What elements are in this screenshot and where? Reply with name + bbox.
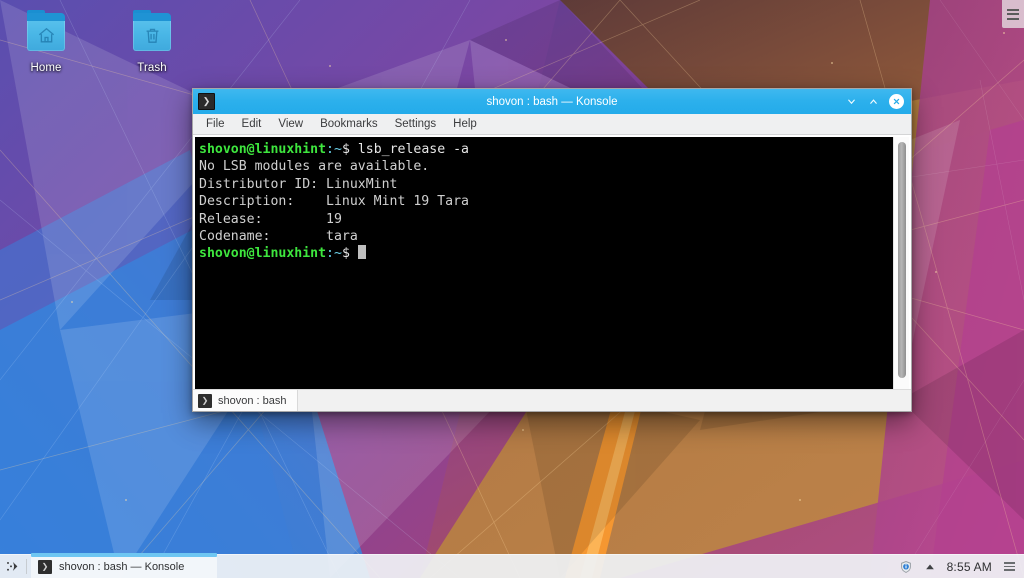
konsole-tab-label: shovon : bash bbox=[218, 394, 287, 407]
menu-item-settings[interactable]: Settings bbox=[387, 116, 445, 132]
menu-item-edit[interactable]: Edit bbox=[234, 116, 270, 132]
scrollbar-thumb[interactable] bbox=[897, 142, 906, 378]
menu-item-view[interactable]: View bbox=[270, 116, 311, 132]
konsole-tab[interactable]: ❯ shovon : bash bbox=[193, 390, 298, 411]
terminal-output-line: Release: 19 bbox=[199, 211, 342, 227]
menu-item-help[interactable]: Help bbox=[445, 116, 485, 132]
menu-item-file[interactable]: File bbox=[198, 116, 233, 132]
close-icon[interactable] bbox=[889, 94, 904, 109]
window-titlebar[interactable]: ❯ shovon : bash — Konsole bbox=[193, 89, 911, 114]
terminal-prompt-line: shovon@linuxhint:~$ bbox=[199, 245, 893, 262]
terminal-command-line: shovon@linuxhint:~$ lsb_release -a bbox=[199, 141, 893, 158]
prompt-user: shovon@linuxhint bbox=[199, 246, 327, 262]
terminal-cursor bbox=[357, 245, 366, 260]
terminal-command: lsb_release -a bbox=[357, 142, 469, 157]
desktop-icon-trash[interactable]: Trash bbox=[114, 6, 190, 76]
konsole-tab-bar: ❯ shovon : bash bbox=[193, 389, 911, 411]
tab-bar-filler bbox=[297, 390, 911, 411]
taskbar-clock[interactable]: 8:55 AM bbox=[947, 560, 992, 574]
menu-bar: File Edit View Bookmarks Settings Help bbox=[193, 114, 911, 135]
taskbar-separator bbox=[26, 559, 27, 574]
konsole-icon: ❯ bbox=[198, 93, 215, 110]
terminal-output[interactable]: shovon@linuxhint:~$ lsb_release -a No LS… bbox=[195, 137, 893, 389]
desktop-icon-home[interactable]: Home bbox=[8, 6, 84, 76]
taskbar-panel: ❯ shovon : bash — Konsole 8:55 AM bbox=[0, 552, 1024, 578]
terminal-area: shovon@linuxhint:~$ lsb_release -a No LS… bbox=[193, 135, 911, 389]
terminal-scrollbar[interactable] bbox=[893, 137, 909, 389]
window-title: shovon : bash — Konsole bbox=[486, 95, 618, 108]
maximize-icon[interactable] bbox=[867, 95, 880, 108]
terminal-output-line: Description: Linux Mint 19 Tara bbox=[199, 194, 469, 210]
menu-item-bookmarks[interactable]: Bookmarks bbox=[312, 116, 386, 132]
taskbar-task-label: shovon : bash — Konsole bbox=[59, 560, 185, 573]
prompt-symbol: $ bbox=[341, 246, 358, 262]
desktop-icon-label: Trash bbox=[137, 62, 167, 74]
home-folder-icon bbox=[21, 10, 71, 54]
update-manager-shield-icon[interactable] bbox=[899, 559, 914, 574]
desktop-icon-area: Home Trash bbox=[8, 6, 190, 76]
system-tray: 8:55 AM bbox=[899, 559, 1024, 574]
application-launcher-icon[interactable] bbox=[0, 555, 24, 578]
prompt-path: :~ bbox=[326, 246, 342, 262]
taskbar-task-konsole[interactable]: ❯ shovon : bash — Konsole bbox=[31, 552, 217, 578]
terminal-output-line: Distributor ID: LinuxMint bbox=[199, 176, 398, 192]
terminal-output-line: Codename: tara bbox=[199, 229, 358, 245]
prompt-path: :~ bbox=[326, 142, 342, 157]
prompt-user: shovon@linuxhint bbox=[199, 142, 327, 157]
konsole-taskbar-icon: ❯ bbox=[38, 559, 52, 574]
panel-toolbox-icon[interactable] bbox=[1002, 0, 1024, 28]
terminal-tab-icon: ❯ bbox=[198, 393, 212, 408]
panel-menu-icon[interactable] bbox=[1001, 562, 1018, 571]
terminal-output-line: No LSB modules are available. bbox=[199, 159, 430, 175]
show-hidden-tray-arrow-icon[interactable] bbox=[923, 559, 938, 574]
minimize-icon[interactable] bbox=[845, 95, 858, 108]
desktop-icon-label: Home bbox=[30, 62, 62, 74]
konsole-window[interactable]: ❯ shovon : bash — Konsole File Edit View… bbox=[192, 88, 912, 412]
prompt-symbol: $ bbox=[341, 142, 358, 157]
window-controls bbox=[845, 94, 911, 109]
trash-folder-icon bbox=[127, 10, 177, 54]
